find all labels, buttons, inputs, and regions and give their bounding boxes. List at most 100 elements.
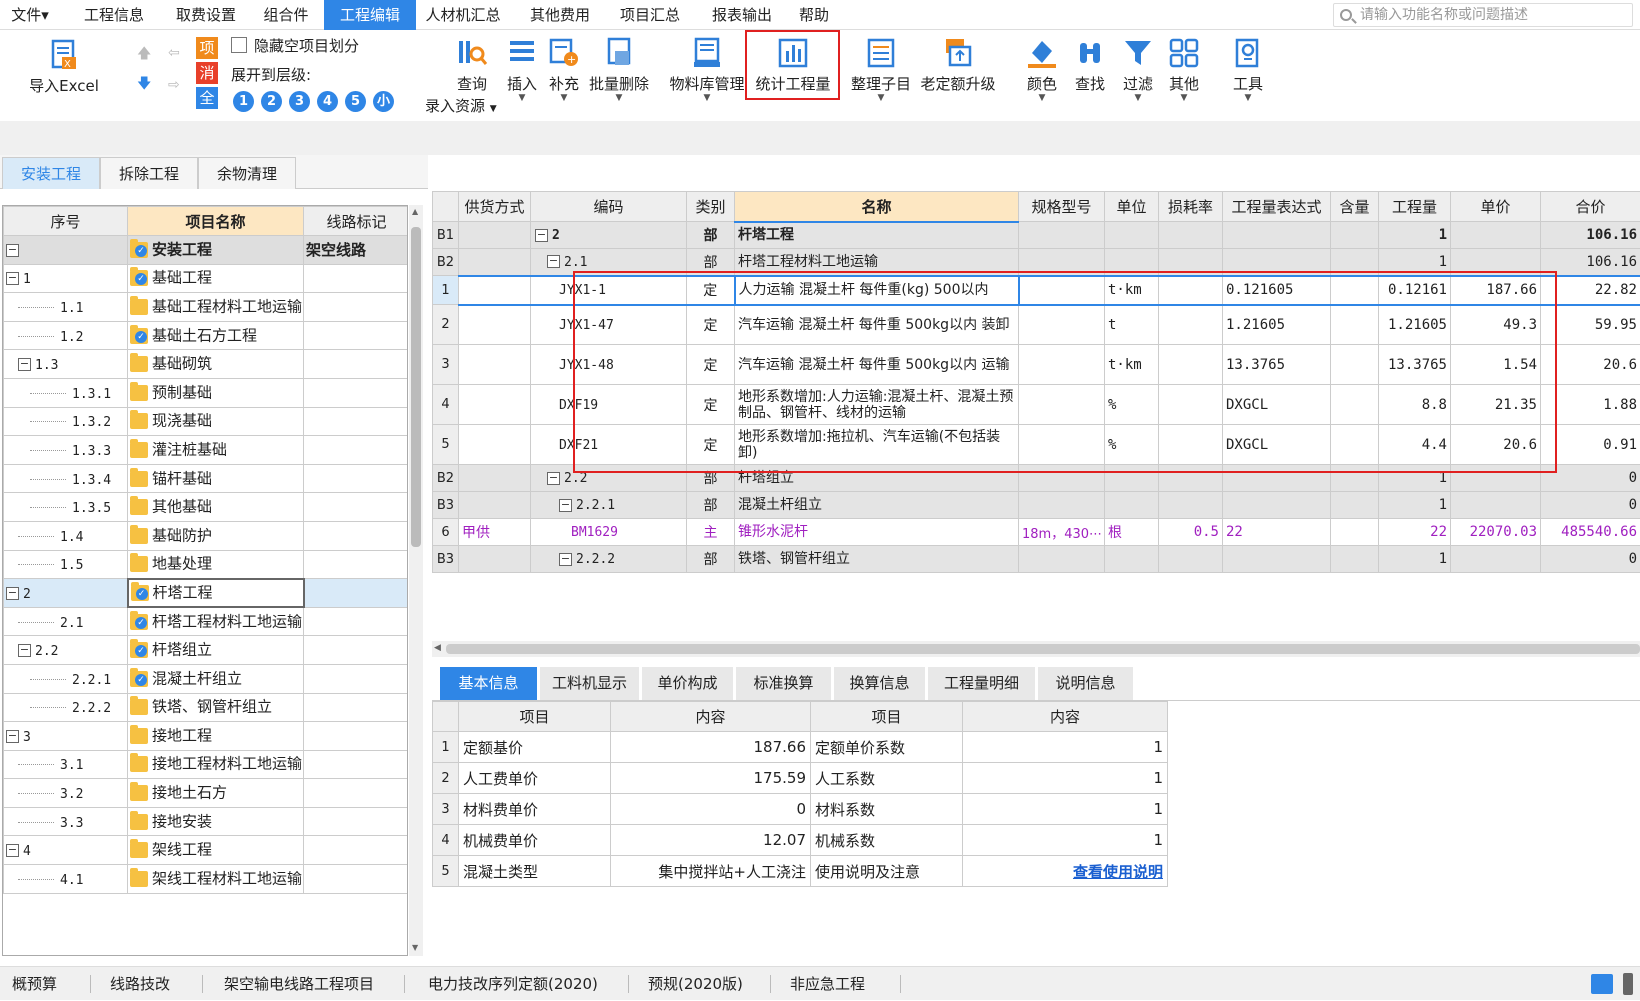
color-button[interactable]: 颜色▼ (1022, 37, 1062, 102)
collapse-icon[interactable]: − (6, 272, 19, 285)
supply-cell[interactable] (459, 492, 531, 519)
tree-row[interactable]: 3.2接地土石方 (4, 779, 409, 808)
row-number[interactable]: B2 (433, 249, 459, 276)
scroll-left-icon[interactable]: ◀ (434, 643, 441, 653)
total-cell[interactable]: 485540.66 (1541, 519, 1640, 546)
collapse-icon[interactable]: − (559, 553, 572, 566)
item-badge[interactable]: 项 (196, 37, 218, 59)
tree-row[interactable]: 2.2.1混凝土杆组立 (4, 664, 409, 693)
tree-scrollbar[interactable]: ▲ ▼ (409, 205, 423, 956)
scroll-up-icon[interactable]: ▲ (412, 207, 418, 216)
status-item[interactable]: 电力技改序列定额(2020) (428, 967, 598, 1001)
tree-row[interactable]: 1.2基础土石方工程 (4, 321, 409, 350)
scroll-down-icon[interactable]: ▼ (412, 943, 418, 952)
grid-col-header[interactable]: 类别 (687, 192, 735, 222)
supply-cell[interactable] (459, 249, 531, 276)
supplement-button[interactable]: + 补充▼ (544, 37, 584, 102)
detail-tab[interactable]: 工料机显示 (540, 667, 640, 700)
clear-badge[interactable]: 消 (196, 62, 218, 84)
row-number[interactable]: 3 (433, 345, 459, 385)
total-cell[interactable]: 0 (1541, 546, 1640, 573)
row-number[interactable]: B1 (433, 222, 459, 249)
grid-col-header[interactable]: 供货方式 (459, 192, 531, 222)
tree-row[interactable]: −3接地工程 (4, 722, 409, 751)
input-resource-button[interactable]: 录入资源 ▼ (425, 95, 497, 116)
grid-row[interactable]: B3−2.2.2部铁塔、钢管杆组立10 (433, 546, 1640, 573)
panel-toggle-icon[interactable] (1623, 973, 1633, 995)
search-input[interactable]: 请输入功能名称或问题描述 (1333, 3, 1633, 27)
menu-item[interactable]: 项目汇总 (608, 0, 692, 30)
tree-row[interactable]: 1.3.1预制基础 (4, 378, 409, 407)
supply-cell[interactable] (459, 345, 531, 385)
tree-row[interactable]: 2.2.2铁塔、钢管杆组立 (4, 693, 409, 722)
name-cell[interactable]: 混凝土杆组立 (735, 492, 1019, 519)
name-cell[interactable]: 铁塔、钢管杆组立 (735, 546, 1019, 573)
move-down-icon[interactable]: 🡇 (137, 73, 151, 97)
detail-tab[interactable]: 标准换算 (736, 667, 832, 700)
grid-col-header[interactable]: 含量 (1331, 192, 1379, 222)
category-cell[interactable]: 部 (687, 492, 735, 519)
grid-col-header[interactable]: 名称 (735, 192, 1019, 222)
spec-cell[interactable] (1019, 492, 1105, 519)
menu-item[interactable]: 帮助 (792, 0, 836, 30)
collapse-icon[interactable]: − (535, 229, 548, 242)
loss-cell[interactable] (1159, 222, 1223, 249)
price-cell[interactable] (1451, 546, 1541, 573)
category-cell[interactable]: 部 (687, 546, 735, 573)
content-cell[interactable] (1331, 492, 1379, 519)
level-button[interactable]: 5 (345, 91, 366, 112)
insert-button[interactable]: 插入▼ (502, 37, 542, 102)
find-button[interactable]: 查找 (1070, 37, 1110, 94)
import-excel-button[interactable]: X 导入Excel (28, 39, 100, 96)
unit-cell[interactable] (1105, 222, 1159, 249)
menu-item[interactable]: 人材机汇总 (416, 0, 510, 30)
expr-cell[interactable] (1223, 222, 1331, 249)
supply-cell[interactable] (459, 385, 531, 425)
move-left-icon[interactable]: ⇦ (168, 45, 180, 61)
grid-row[interactable]: 6甲供BM1629主锥形水泥杆18m，430⋯根0.5222222070.034… (433, 519, 1640, 546)
tree-row[interactable]: 1.3.3灌注桩基础 (4, 436, 409, 465)
upgrade-button[interactable]: 老定额升级 (918, 37, 998, 94)
status-item[interactable]: 架空输电线路工程项目 (224, 967, 374, 1001)
name-cell[interactable]: 杆塔工程 (735, 222, 1019, 249)
qty-cell[interactable]: 1 (1379, 492, 1451, 519)
expr-cell[interactable] (1223, 546, 1331, 573)
grid-col-header[interactable]: 合价 (1541, 192, 1640, 222)
tools-button[interactable]: 工具▼ (1228, 37, 1268, 102)
menu-item[interactable]: 工程编辑 (324, 0, 416, 30)
tree-row[interactable]: −2.2杆塔组立 (4, 636, 409, 665)
grid-col-header[interactable]: 规格型号 (1019, 192, 1105, 222)
status-item[interactable]: 概预算 (12, 967, 57, 1001)
supply-cell[interactable] (459, 425, 531, 465)
total-cell[interactable]: 106.16 (1541, 222, 1640, 249)
qty-cell[interactable]: 1 (1379, 222, 1451, 249)
collapse-icon[interactable]: − (547, 472, 560, 485)
supply-cell[interactable] (459, 305, 531, 345)
tree-row[interactable]: 1.3.4锚杆基础 (4, 464, 409, 493)
supply-cell[interactable] (459, 276, 531, 305)
price-cell[interactable] (1451, 222, 1541, 249)
supply-cell[interactable] (459, 546, 531, 573)
loss-cell[interactable] (1159, 492, 1223, 519)
level-button[interactable]: 2 (261, 91, 282, 112)
code-cell[interactable]: −2.2.2 (531, 546, 687, 573)
all-badge[interactable]: 全 (196, 87, 218, 109)
detail-tab[interactable]: 说明信息 (1038, 667, 1134, 700)
supply-cell[interactable] (459, 222, 531, 249)
tree-row[interactable]: −2杆塔工程 (4, 579, 409, 608)
row-number[interactable]: 1 (433, 276, 459, 305)
category-cell[interactable]: 部 (687, 222, 735, 249)
unit-cell[interactable] (1105, 546, 1159, 573)
level-button[interactable]: 小 (373, 91, 394, 112)
menu-item[interactable]: 其他费用 (520, 0, 600, 30)
collapse-icon[interactable]: − (6, 844, 19, 857)
tree-row[interactable]: 1.4基础防护 (4, 521, 409, 550)
hide-empty-checkbox[interactable] (231, 37, 247, 53)
tree-row[interactable]: 1.3.2现浇基础 (4, 407, 409, 436)
collapse-icon[interactable]: − (18, 644, 31, 657)
level-button[interactable]: 3 (289, 91, 310, 112)
menu-item[interactable]: 组合件 (254, 0, 318, 30)
tree-row[interactable]: −安装工程架空线路 (4, 236, 409, 265)
tree-row[interactable]: 2.1杆塔工程材料工地运输 (4, 607, 409, 636)
loss-cell[interactable]: 0.5 (1159, 519, 1223, 546)
